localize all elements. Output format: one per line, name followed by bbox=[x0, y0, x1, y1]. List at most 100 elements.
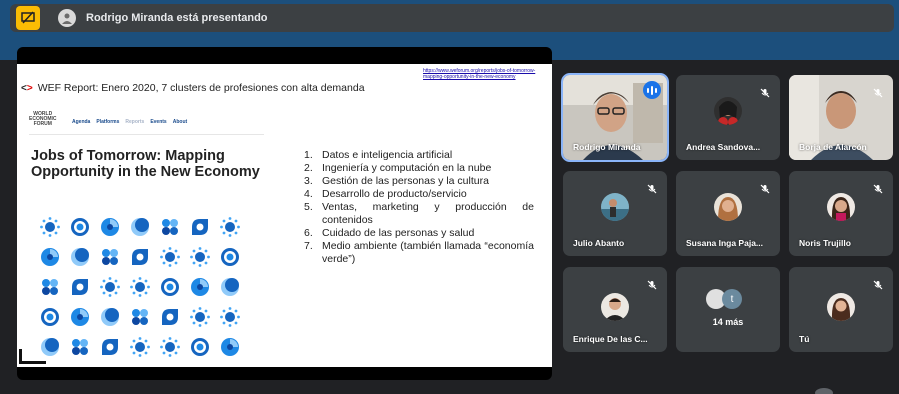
slide-title-text: WEF Report: Enero 2020, 7 clusters de pr… bbox=[37, 82, 365, 94]
list-item: 1. Datos e inteligencia artificial bbox=[304, 149, 534, 162]
spiral-icon bbox=[65, 302, 95, 332]
participant-name: Borja de Alarcón bbox=[799, 142, 867, 152]
more-participants-label: 14 más bbox=[712, 317, 744, 327]
list-item: 7. Medio ambiente (también llamada “econo… bbox=[304, 240, 534, 266]
report-icon-grid bbox=[35, 212, 255, 362]
spiral-icon bbox=[95, 212, 125, 242]
mic-off-icon bbox=[760, 85, 770, 103]
list-number: 7. bbox=[304, 240, 313, 252]
presenting-label: Rodrigo Miranda está presentando bbox=[86, 12, 268, 24]
more-participants-tile[interactable]: t 14 más bbox=[676, 267, 780, 352]
list-number: 6. bbox=[304, 227, 313, 239]
avatar: t bbox=[722, 289, 742, 309]
sun-icon bbox=[185, 302, 215, 332]
wef-nav-item: Events bbox=[150, 119, 167, 125]
spiral-icon bbox=[185, 272, 215, 302]
participant-tile-self[interactable]: Tú bbox=[789, 267, 893, 352]
avatar bbox=[827, 193, 855, 221]
list-text: Gestión de las personas y la cultura bbox=[322, 175, 489, 187]
moon-icon bbox=[95, 302, 125, 332]
spiral-icon bbox=[215, 332, 245, 362]
participant-name: Tú bbox=[799, 334, 810, 344]
sun-icon bbox=[215, 302, 245, 332]
wef-nav-item: Agenda bbox=[72, 119, 91, 125]
sun-icon bbox=[95, 272, 125, 302]
list-text: Medio ambiente (también llamada “economí… bbox=[322, 240, 534, 265]
mic-off-icon bbox=[760, 181, 770, 199]
sun-icon bbox=[125, 332, 155, 362]
sun-icon bbox=[125, 272, 155, 302]
wef-nav-item: About bbox=[172, 119, 188, 125]
flag-icon bbox=[155, 302, 185, 332]
avatar bbox=[714, 193, 742, 221]
slide-title: <> WEF Report: Enero 2020, 7 clusters de… bbox=[21, 82, 365, 94]
flag-icon bbox=[125, 242, 155, 272]
mic-off-icon bbox=[647, 181, 657, 199]
list-number: 3. bbox=[304, 175, 313, 187]
professions-list: 1. Datos e inteligencia artificial 2. Inge… bbox=[304, 149, 534, 266]
list-item: 4. Desarrollo de producto/servicio bbox=[304, 188, 534, 201]
clover-icon bbox=[125, 302, 155, 332]
avatar bbox=[714, 97, 742, 125]
participant-tile-enrique-de-las-c[interactable]: Enrique De las C... bbox=[563, 267, 667, 352]
wef-logo-line: FORUM bbox=[33, 121, 52, 127]
list-item: 5. Ventas, marketing y producción de cont… bbox=[304, 201, 534, 227]
participant-name: Andrea Sandova... bbox=[686, 142, 761, 152]
mic-off-icon bbox=[647, 277, 657, 295]
shared-screen[interactable]: https://www.weforum.org/reports/jobs-of-… bbox=[17, 47, 552, 380]
participant-tile-andrea-sandoval[interactable]: Andrea Sandova... bbox=[676, 75, 780, 160]
wef-nav-item: Reports bbox=[125, 119, 145, 125]
slide-bullet-icon: <> bbox=[21, 82, 33, 94]
speaking-indicator-icon bbox=[643, 81, 661, 99]
mic-off-icon bbox=[873, 277, 883, 295]
more-participants-avatars: t bbox=[706, 289, 742, 309]
list-text: Ventas, marketing y producción de conten… bbox=[322, 201, 534, 226]
corner-mark bbox=[19, 349, 46, 364]
participant-tile-susana-inga[interactable]: Susana Inga Paja... bbox=[676, 171, 780, 256]
participant-tile-borja-de-alarcon[interactable]: Borja de Alarcón bbox=[789, 75, 893, 160]
avatar bbox=[601, 293, 629, 321]
slide-source-link[interactable]: https://www.weforum.org/reports/jobs-of-… bbox=[423, 68, 547, 80]
sun-icon bbox=[185, 242, 215, 272]
list-item: 2. Ingeniería y computación en la nube bbox=[304, 162, 534, 175]
clover-icon bbox=[35, 272, 65, 302]
participant-tile-rodrigo-miranda[interactable]: Rodrigo Miranda bbox=[561, 73, 669, 162]
mic-off-icon bbox=[873, 85, 883, 103]
moon-icon bbox=[65, 242, 95, 272]
presenter-avatar bbox=[58, 9, 76, 27]
list-text: Datos e inteligencia artificial bbox=[322, 149, 453, 161]
avatar bbox=[601, 193, 629, 221]
list-number: 4. bbox=[304, 188, 313, 200]
sun-icon bbox=[215, 212, 245, 242]
presentation-banner[interactable]: Rodrigo Miranda está presentando bbox=[10, 4, 894, 32]
participant-name: Noris Trujillo bbox=[799, 238, 851, 248]
list-number: 1. bbox=[304, 149, 313, 161]
clover-icon bbox=[155, 212, 185, 242]
list-item: 6. Cuidado de las personas y salud bbox=[304, 227, 534, 240]
wef-nav-item: Platforms bbox=[96, 119, 120, 125]
clover-icon bbox=[65, 332, 95, 362]
flag-icon bbox=[95, 332, 125, 362]
flag-icon bbox=[185, 212, 215, 242]
moon-icon bbox=[215, 272, 245, 302]
list-number: 2. bbox=[304, 162, 313, 174]
ring-icon bbox=[155, 272, 185, 302]
participant-tile-julio-abanto[interactable]: Julio Abanto bbox=[563, 171, 667, 256]
moon-icon bbox=[125, 212, 155, 242]
ring-icon bbox=[185, 332, 215, 362]
flag-icon bbox=[65, 272, 95, 302]
mic-off-icon bbox=[873, 181, 883, 199]
divider bbox=[29, 134, 264, 135]
sun-icon bbox=[155, 242, 185, 272]
spiral-icon bbox=[35, 242, 65, 272]
sun-icon bbox=[155, 332, 185, 362]
wef-logo: WORLD ECONOMIC FORUM bbox=[29, 112, 57, 127]
sun-icon bbox=[35, 212, 65, 242]
ring-icon bbox=[215, 242, 245, 272]
list-number: 5. bbox=[304, 201, 313, 213]
present-screen-icon[interactable] bbox=[16, 6, 40, 30]
list-text: Desarrollo de producto/servicio bbox=[322, 188, 467, 200]
participant-name: Susana Inga Paja... bbox=[686, 238, 764, 248]
ring-icon bbox=[35, 302, 65, 332]
participant-tile-noris-trujillo[interactable]: Noris Trujillo bbox=[789, 171, 893, 256]
